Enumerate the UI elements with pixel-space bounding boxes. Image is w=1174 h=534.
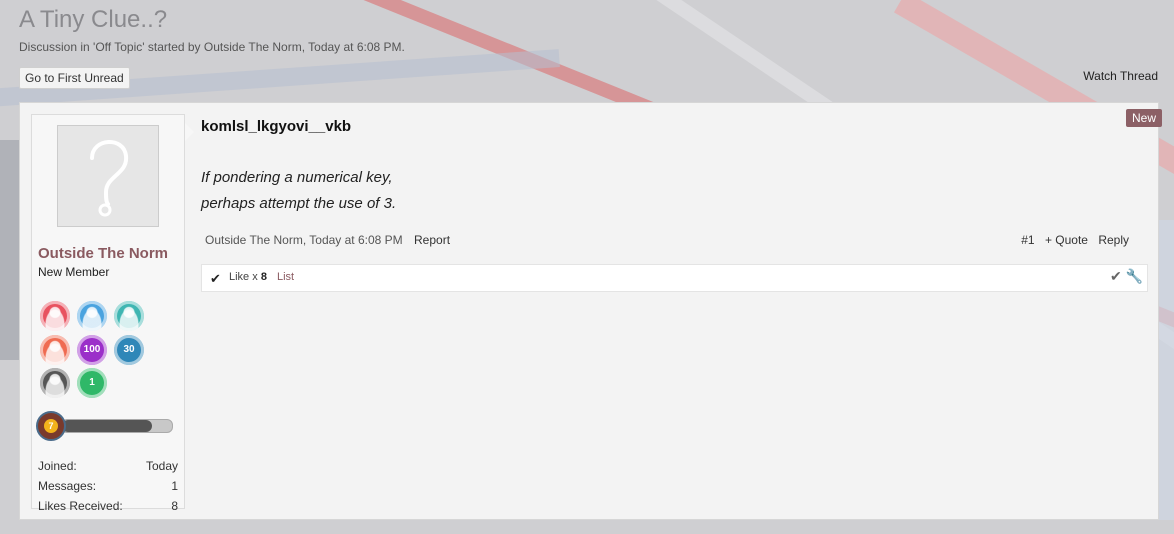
likes-count: 8 xyxy=(260,271,267,283)
thread-title: A Tiny Clue..? xyxy=(19,6,168,33)
trophy-30-icon[interactable]: 30 xyxy=(114,335,144,365)
trophy-person-teal-icon[interactable] xyxy=(114,301,144,331)
watch-thread-link[interactable]: Watch Thread xyxy=(1083,69,1158,83)
question-mark-icon xyxy=(90,140,129,217)
user-level: 7 xyxy=(36,411,176,441)
wrench-icon[interactable]: 🔧 xyxy=(1126,268,1143,284)
trophy-person-gray-icon[interactable] xyxy=(40,368,70,398)
userbox-pointer xyxy=(185,123,194,141)
stat-value: 8 xyxy=(171,499,178,513)
trophy-person-red-icon[interactable] xyxy=(40,301,70,331)
level-badge-icon: 7 xyxy=(36,411,66,441)
post-number-link[interactable]: #1 xyxy=(1021,233,1034,247)
post-meta: Outside The Norm, Today at 6:08 PM Repor… xyxy=(205,233,451,247)
likes-summary: ✔ Like x 8 List ✔ 🔧 xyxy=(201,264,1148,292)
user-stats: Joined: Today Messages: 1 Likes Received: 8 xyxy=(38,459,178,519)
checkmark-icon: ✔ xyxy=(210,271,221,286)
message-line: If pondering a numerical key, xyxy=(201,169,393,186)
stat-likes-received: Likes Received: 8 xyxy=(38,499,178,519)
post-message: If pondering a numerical key, perhaps at… xyxy=(201,165,396,217)
stat-label: Likes Received: xyxy=(38,499,123,513)
user-title: New Member xyxy=(38,265,110,279)
stat-value[interactable]: 1 xyxy=(171,479,178,493)
thread-subtitle: Discussion in 'Off Topic' started by Out… xyxy=(19,40,405,54)
likes-list-link[interactable]: List xyxy=(277,271,294,283)
post-title: komlsl_lkgyovi__vkb xyxy=(201,118,352,135)
quote-button[interactable]: + Quote xyxy=(1045,233,1088,247)
likes-text: Like x 8 xyxy=(229,271,267,283)
user-info-panel: Outside The Norm New Member 100 30 1 7 J… xyxy=(31,114,194,513)
level-progress-bar xyxy=(61,419,173,433)
level-progress-fill xyxy=(62,420,153,432)
trophy-person-orange-icon[interactable] xyxy=(40,335,70,365)
trophy-100-icon[interactable]: 100 xyxy=(77,335,107,365)
reply-button[interactable]: Reply xyxy=(1098,233,1129,247)
trophy-person-blue-icon[interactable] xyxy=(77,301,107,331)
post: Outside The Norm New Member 100 30 1 7 J… xyxy=(19,102,1162,520)
username[interactable]: Outside The Norm xyxy=(38,245,168,262)
new-badge: New xyxy=(1125,109,1162,127)
trophy-1-icon[interactable]: 1 xyxy=(77,368,107,398)
stat-value: Today xyxy=(145,459,178,473)
avatar[interactable] xyxy=(57,125,159,227)
approve-check-icon[interactable]: ✔ xyxy=(1110,268,1122,284)
stat-label: Joined: xyxy=(38,459,77,473)
stat-joined: Joined: Today xyxy=(38,459,178,479)
post-actions: #1 + Quote Reply xyxy=(1014,233,1129,247)
stat-label: Messages: xyxy=(38,479,97,493)
go-to-first-unread-button[interactable]: Go to First Unread xyxy=(19,67,130,89)
message-line: perhaps attempt the use of 3. xyxy=(201,195,397,212)
post-time-link[interactable]: Today at 6:08 PM xyxy=(309,233,402,247)
level-number: 7 xyxy=(44,419,58,433)
stat-messages: Messages: 1 xyxy=(38,479,178,499)
report-link[interactable]: Report xyxy=(414,233,450,247)
likes-label: Like x xyxy=(229,271,258,283)
post-author-link[interactable]: Outside The Norm xyxy=(205,233,303,247)
moderation-tools: ✔ 🔧 xyxy=(1110,268,1143,285)
